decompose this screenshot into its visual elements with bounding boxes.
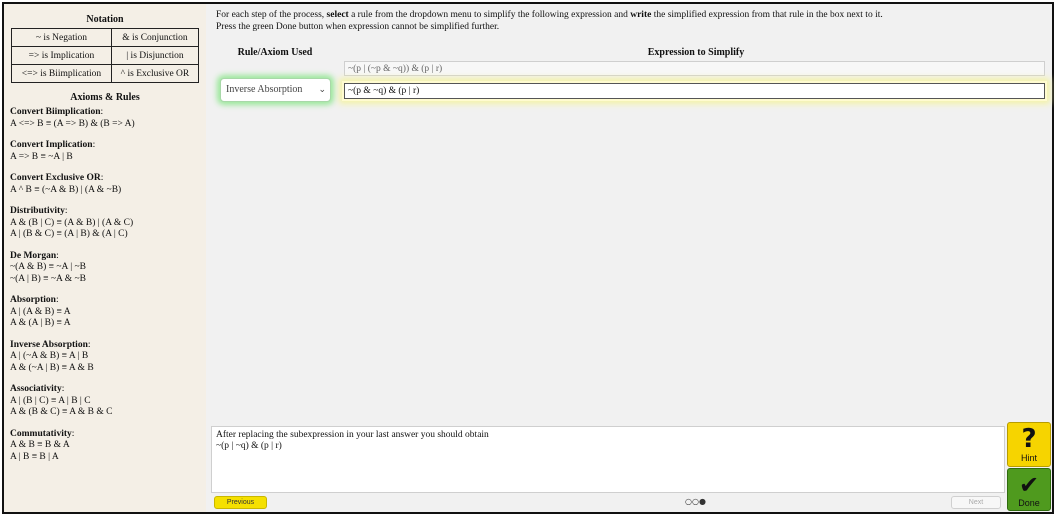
notation-table: ~ is Negation & is Conjunction => is Imp… — [11, 28, 200, 83]
sidebar: Notation ~ is Negation & is Conjunction … — [4, 4, 206, 512]
hint-button[interactable]: ? Hint — [1007, 422, 1051, 467]
notation-cell: => is Implication — [11, 46, 112, 65]
feedback-expected-expression: ~(p | ~q) & (p | r) — [216, 441, 282, 451]
instruction-emphasis: select — [326, 10, 349, 20]
rule-name: Associativity — [10, 384, 62, 394]
rule-name: De Morgan — [10, 250, 57, 261]
rule-convert-implication: Convert Implication: A => B ≡ ~A | B — [10, 140, 202, 163]
done-label: Done — [1018, 498, 1040, 508]
notation-row: <=> is Biimplication ^ is Exclusive OR — [11, 64, 200, 83]
app-frame: Notation ~ is Negation & is Conjunction … — [2, 2, 1054, 514]
feedback-box: After replacing the subexpression in you… — [211, 426, 1005, 493]
next-button[interactable]: Next — [951, 496, 1001, 509]
expression-input-highlight: ~(p & ~q) & (p | r) — [342, 81, 1047, 101]
rule-commutativity: Commutativity: A & B ≡ B & A A | B ≡ B |… — [10, 429, 202, 464]
rule-select-value: Inverse Absorption — [226, 84, 303, 95]
rule-line: ~(A | B) ≡ ~A & ~B — [10, 273, 86, 284]
checkmark-icon: ✔ — [1018, 471, 1040, 499]
page-indicator-dots: ○○● — [685, 497, 706, 506]
expression-column-header: Expression to Simplify — [647, 47, 745, 58]
rules-list: Convert Biimplication: A <=> B ≡ (A => B… — [10, 107, 202, 473]
rule-convert-biimplication: Convert Biimplication: A <=> B ≡ (A => B… — [10, 107, 202, 130]
notation-cell: <=> is Biimplication — [11, 64, 112, 83]
instruction-text: a rule from the dropdown menu to simplif… — [348, 10, 631, 20]
hint-label: Hint — [1020, 453, 1037, 463]
rule-line: A | (B | C) ≡ A | B | C — [10, 395, 91, 406]
feedback-message: After replacing the subexpression in you… — [216, 430, 489, 440]
rule-select-dropdown[interactable]: Inverse Absorption ⌄ — [220, 78, 331, 102]
rule-line: A | (~A & B) ≡ A | B — [10, 351, 89, 361]
done-button[interactable]: ✔ Done — [1007, 468, 1051, 511]
rule-associativity: Associativity: A | (B | C) ≡ A | B | C A… — [10, 384, 202, 419]
rule-line: A ^ B ≡ (~A & B) | (A & ~B) — [10, 184, 122, 195]
rule-name: Convert Biimplication — [10, 107, 101, 117]
previous-expression: ~(p | (~p & ~q)) & (p | r) — [344, 61, 1045, 76]
rule-line: A & (~A | B) ≡ A & B — [10, 362, 94, 373]
rule-line: A | (A & B) ≡ A — [10, 306, 71, 317]
question-mark-icon: ? — [1021, 424, 1037, 454]
rule-line: A & (B & C) ≡ A & B & C — [10, 407, 113, 417]
instruction-text: the simplified expression from that rule… — [651, 10, 883, 20]
rule-absorption: Absorption: A | (A & B) ≡ A A & (A | B) … — [10, 295, 202, 330]
rule-name: Inverse Absorption — [10, 339, 88, 350]
rule-line: A => B ≡ ~A | B — [10, 151, 73, 162]
rule-inverse-absorption: Inverse Absorption: A | (~A & B) ≡ A | B… — [10, 340, 202, 375]
expression-input[interactable]: ~(p & ~q) & (p | r) — [344, 83, 1045, 99]
rule-distributivity: Distributivity: A & (B | C) ≡ (A & B) | … — [10, 206, 202, 241]
notation-cell: | is Disjunction — [110, 46, 200, 65]
instruction-emphasis: write — [630, 10, 652, 20]
notation-cell: ^ is Exclusive OR — [110, 64, 200, 83]
rule-name: Absorption — [10, 295, 56, 305]
notation-cell: ~ is Negation — [11, 28, 112, 47]
instructions: For each step of the process, select a r… — [216, 10, 1046, 33]
notation-row: => is Implication | is Disjunction — [11, 46, 200, 65]
rule-name: Convert Exclusive OR — [10, 173, 101, 183]
rule-name: Commutativity — [10, 428, 72, 439]
rule-line: A & B ≡ B & A — [10, 440, 70, 450]
notation-row: ~ is Negation & is Conjunction — [11, 28, 200, 47]
rule-line: A <=> B ≡ (A => B) & (B => A) — [10, 118, 135, 129]
notation-title: Notation — [86, 14, 124, 25]
chevron-down-icon: ⌄ — [318, 84, 326, 94]
instruction-text: Press the green Done button when express… — [216, 21, 500, 32]
rule-column-header: Rule/Axiom Used — [237, 47, 313, 58]
notation-cell: & is Conjunction — [110, 28, 200, 47]
rule-line: A | (B & C) ≡ (A | B) & (A | C) — [10, 229, 128, 239]
rule-line: A & (B | C) ≡ (A & B) | (A & C) — [10, 217, 134, 228]
rule-convert-xor: Convert Exclusive OR: A ^ B ≡ (~A & B) |… — [10, 173, 202, 196]
axioms-title: Axioms & Rules — [70, 92, 140, 103]
rule-line: ~(A & B) ≡ ~A | ~B — [10, 262, 86, 272]
navigation-footer: Previous ○○● Next — [211, 494, 1005, 512]
rule-name: Distributivity — [10, 206, 65, 216]
main-panel: For each step of the process, select a r… — [206, 4, 1052, 512]
rule-name: Convert Implication — [10, 140, 93, 150]
rule-line: A | B ≡ B | A — [10, 451, 59, 462]
previous-button[interactable]: Previous — [214, 496, 267, 509]
rule-line: A & (A | B) ≡ A — [10, 318, 71, 328]
instruction-text: For each step of the process, — [216, 10, 327, 20]
rule-de-morgan: De Morgan: ~(A & B) ≡ ~A | ~B ~(A | B) ≡… — [10, 251, 202, 286]
